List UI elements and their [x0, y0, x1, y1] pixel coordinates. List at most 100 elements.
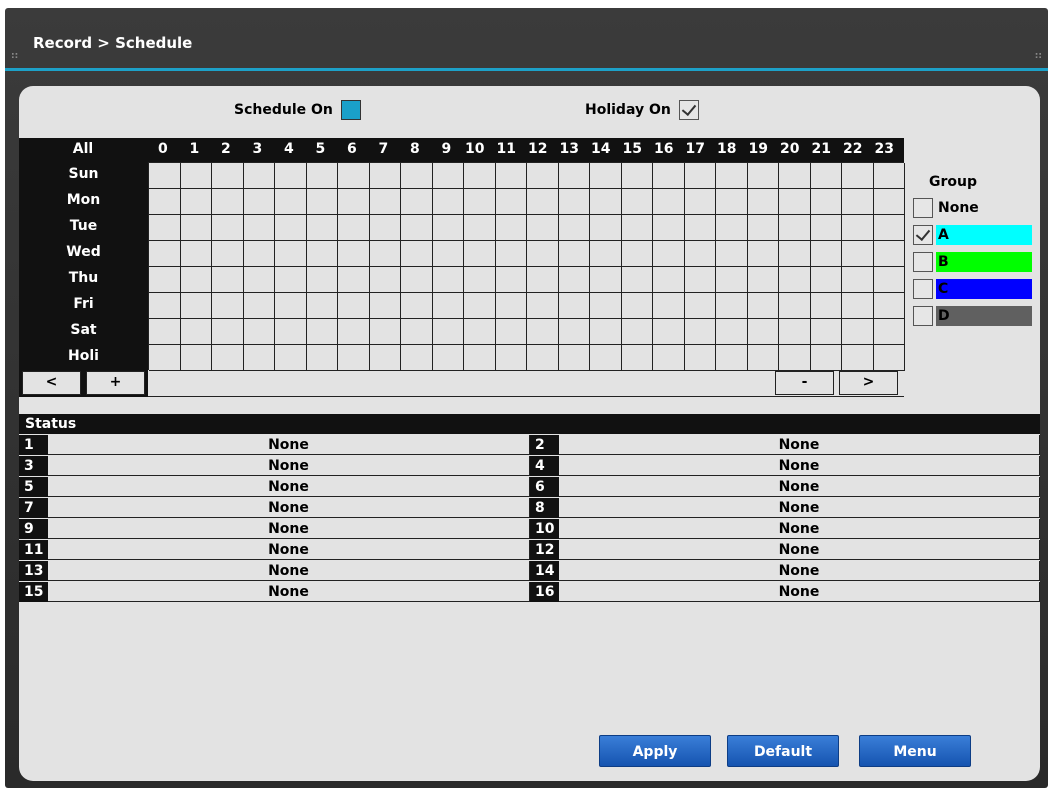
schedule-cell[interactable] — [306, 345, 338, 371]
schedule-cell[interactable] — [621, 345, 653, 371]
schedule-cell[interactable] — [180, 163, 212, 189]
schedule-cell[interactable] — [369, 267, 401, 293]
schedule-cell[interactable] — [149, 267, 181, 293]
group-item-a[interactable]: A — [913, 225, 1032, 245]
hour-label[interactable]: 9 — [432, 141, 463, 157]
schedule-cell[interactable] — [180, 267, 212, 293]
schedule-cell[interactable] — [243, 163, 275, 189]
group-checkbox[interactable] — [913, 252, 933, 272]
remove-button[interactable]: - — [775, 371, 834, 395]
schedule-cell[interactable] — [527, 267, 559, 293]
schedule-cell[interactable] — [149, 293, 181, 319]
schedule-cell[interactable] — [810, 319, 842, 345]
holiday-on-checkbox[interactable] — [678, 100, 699, 120]
schedule-cell[interactable] — [779, 345, 811, 371]
group-checkbox[interactable] — [913, 225, 933, 245]
hour-label[interactable]: 13 — [558, 141, 589, 157]
schedule-cell[interactable] — [212, 189, 244, 215]
schedule-cell[interactable] — [747, 215, 779, 241]
schedule-cell[interactable] — [149, 163, 181, 189]
schedule-cell[interactable] — [212, 215, 244, 241]
schedule-cell[interactable] — [212, 293, 244, 319]
schedule-cell[interactable] — [716, 345, 748, 371]
hour-label[interactable]: 4 — [274, 141, 305, 157]
schedule-cell[interactable] — [243, 267, 275, 293]
schedule-cell[interactable] — [684, 163, 716, 189]
schedule-cell[interactable] — [338, 215, 370, 241]
schedule-cell[interactable] — [590, 267, 622, 293]
schedule-cell[interactable] — [621, 267, 653, 293]
hour-label[interactable]: 17 — [684, 141, 715, 157]
schedule-cell[interactable] — [401, 345, 433, 371]
schedule-cell[interactable] — [684, 293, 716, 319]
schedule-cell[interactable] — [873, 241, 905, 267]
schedule-cell[interactable] — [369, 345, 401, 371]
schedule-cell[interactable] — [653, 293, 685, 319]
schedule-cell[interactable] — [716, 241, 748, 267]
schedule-cell[interactable] — [180, 189, 212, 215]
schedule-cell[interactable] — [558, 319, 590, 345]
schedule-cell[interactable] — [779, 241, 811, 267]
schedule-cell[interactable] — [527, 345, 559, 371]
schedule-cell[interactable] — [621, 293, 653, 319]
schedule-cell[interactable] — [873, 319, 905, 345]
schedule-cell[interactable] — [464, 319, 496, 345]
hour-label[interactable]: 23 — [873, 141, 904, 157]
schedule-cell[interactable] — [464, 241, 496, 267]
schedule-cell[interactable] — [149, 189, 181, 215]
group-item-b[interactable]: B — [913, 252, 1032, 272]
schedule-cell[interactable] — [716, 293, 748, 319]
schedule-cell[interactable] — [716, 215, 748, 241]
hour-label[interactable]: 2 — [211, 141, 242, 157]
schedule-cell[interactable] — [810, 241, 842, 267]
apply-button[interactable]: Apply — [599, 735, 711, 767]
schedule-cell[interactable] — [495, 293, 527, 319]
schedule-cell[interactable] — [369, 215, 401, 241]
schedule-cell[interactable] — [243, 215, 275, 241]
schedule-cell[interactable] — [432, 293, 464, 319]
schedule-cell[interactable] — [212, 241, 244, 267]
schedule-cell[interactable] — [306, 163, 338, 189]
hour-label[interactable]: 18 — [715, 141, 746, 157]
day-label[interactable]: Sun — [19, 162, 148, 188]
schedule-cell[interactable] — [653, 163, 685, 189]
schedule-cell[interactable] — [716, 189, 748, 215]
schedule-cell[interactable] — [684, 189, 716, 215]
next-button[interactable]: > — [839, 371, 898, 395]
schedule-cell[interactable] — [810, 293, 842, 319]
schedule-cell[interactable] — [432, 319, 464, 345]
schedule-cell[interactable] — [716, 267, 748, 293]
schedule-cell[interactable] — [306, 215, 338, 241]
hour-label[interactable]: 3 — [243, 141, 274, 157]
hour-label[interactable]: 15 — [621, 141, 652, 157]
schedule-cell[interactable] — [495, 189, 527, 215]
schedule-cell[interactable] — [338, 319, 370, 345]
hour-label[interactable]: 6 — [337, 141, 368, 157]
schedule-cell[interactable] — [842, 189, 874, 215]
schedule-cell[interactable] — [747, 163, 779, 189]
schedule-cell[interactable] — [464, 293, 496, 319]
group-item-none[interactable]: None — [913, 198, 1032, 218]
schedule-cell[interactable] — [590, 189, 622, 215]
schedule-cell[interactable] — [873, 345, 905, 371]
hour-label[interactable]: 8 — [400, 141, 431, 157]
schedule-cell[interactable] — [527, 189, 559, 215]
schedule-cell[interactable] — [810, 163, 842, 189]
day-label[interactable]: Wed — [19, 240, 148, 266]
schedule-cell[interactable] — [369, 293, 401, 319]
schedule-cell[interactable] — [747, 267, 779, 293]
schedule-cell[interactable] — [338, 241, 370, 267]
schedule-cell[interactable] — [873, 267, 905, 293]
schedule-cell[interactable] — [558, 163, 590, 189]
default-button[interactable]: Default — [727, 735, 839, 767]
hour-label[interactable]: 14 — [589, 141, 620, 157]
schedule-cell[interactable] — [842, 215, 874, 241]
schedule-cell[interactable] — [621, 319, 653, 345]
schedule-cell[interactable] — [275, 267, 307, 293]
schedule-cell[interactable] — [653, 319, 685, 345]
schedule-cell[interactable] — [621, 163, 653, 189]
schedule-cell[interactable] — [716, 319, 748, 345]
schedule-cell[interactable] — [338, 293, 370, 319]
schedule-cell[interactable] — [527, 215, 559, 241]
schedule-cell[interactable] — [810, 189, 842, 215]
